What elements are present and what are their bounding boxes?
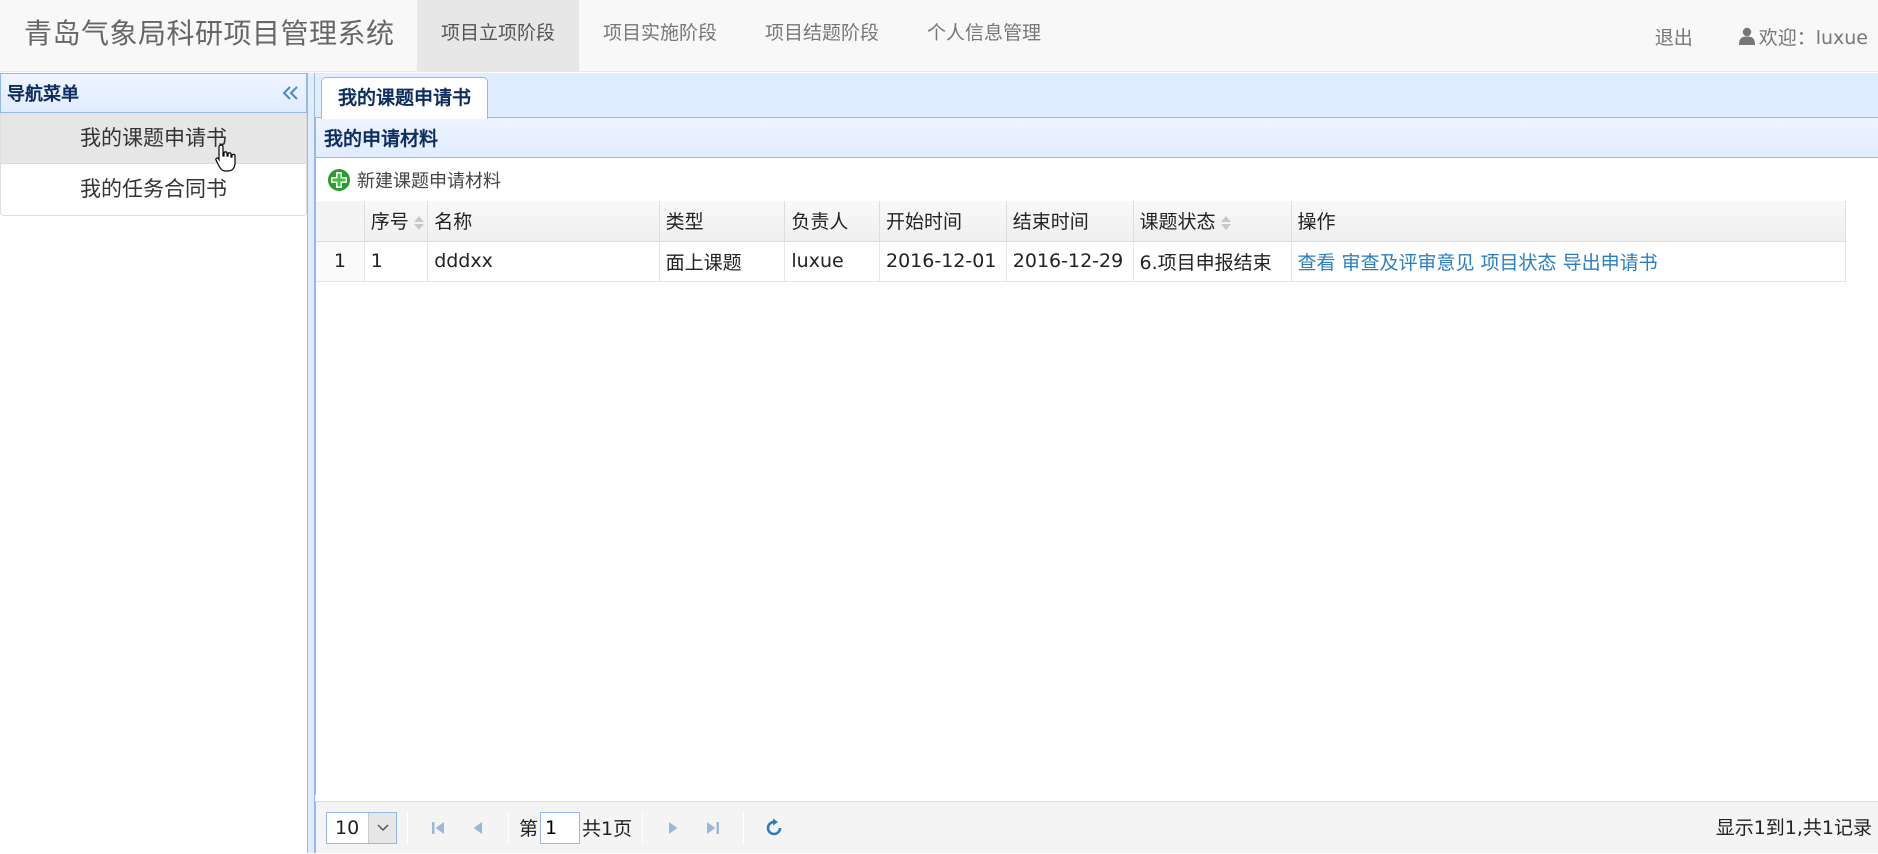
page-total: 共1页 — [582, 818, 633, 840]
header-type[interactable]: 类型 — [659, 201, 786, 242]
sidebar-menu: 我的课题申请书 我的任务合同书 — [0, 113, 307, 216]
view-link[interactable]: 查看 — [1298, 252, 1336, 274]
cell-type: 面上课题 — [659, 241, 786, 282]
cell-owner: luxue — [784, 241, 880, 282]
cell-status: 6.项目申报结束 — [1133, 241, 1292, 282]
refresh-icon[interactable] — [758, 812, 790, 844]
sidebar-title: 导航菜单 — [7, 84, 79, 105]
logout-link[interactable]: 退出 — [1655, 23, 1693, 50]
pager-info: 显示1到1,共1记录 — [1715, 817, 1872, 839]
data-grid: 序号 名称 类型 负责人 开始时间 结束时间 课题状态 操作 1 1 dddxx… — [315, 201, 1878, 795]
page-number-input[interactable] — [540, 811, 581, 844]
new-application-button[interactable]: 新建课题申请材料 — [327, 167, 501, 193]
sidebar-header: 导航菜单 — [0, 73, 307, 113]
cell-end: 2016-12-29 — [1006, 241, 1134, 282]
pager-separator — [642, 811, 644, 844]
top-nav-tabs: 项目立项阶段 项目实施阶段 项目结题阶段 个人信息管理 — [417, 0, 1065, 72]
pager-separator — [743, 811, 745, 844]
last-page-icon[interactable] — [697, 812, 729, 844]
grid-toolbar: 新建课题申请材料 — [315, 158, 1878, 201]
top-tab-project-initiation[interactable]: 项目立项阶段 — [417, 0, 580, 72]
top-navbar: 青岛气象局科研项目管理系统 项目立项阶段 项目实施阶段 项目结题阶段 个人信息管… — [0, 0, 1878, 72]
user-icon — [1738, 27, 1755, 45]
sidebar-item-label: 我的课题申请书 — [80, 126, 227, 150]
header-rownum — [316, 201, 365, 242]
pager-separator — [508, 811, 509, 844]
tab-my-applications[interactable]: 我的课题申请书 — [321, 77, 489, 119]
header-seq[interactable]: 序号 — [364, 201, 429, 242]
app-brand[interactable]: 青岛气象局科研项目管理系统 — [24, 0, 395, 72]
header-actions: 操作 — [1291, 201, 1847, 242]
next-page-icon[interactable] — [657, 812, 689, 844]
cell-start: 2016-12-01 — [879, 241, 1007, 282]
main-content: 我的课题申请书 我的申请材料 新建课题申请材料 序号 名称 类型 负责人 开始时… — [315, 73, 1878, 853]
first-page-icon[interactable] — [422, 812, 454, 844]
header-status[interactable]: 课题状态 — [1133, 201, 1292, 242]
layout-splitter[interactable] — [307, 73, 315, 853]
chevron-down-icon[interactable] — [368, 812, 396, 843]
page-prefix: 第 — [519, 818, 539, 840]
header-start[interactable]: 开始时间 — [879, 201, 1007, 242]
double-chevron-left-icon[interactable] — [282, 85, 300, 101]
row-number: 1 — [316, 241, 365, 282]
welcome-user[interactable]: 欢迎：luxue — [1738, 23, 1868, 50]
header-owner[interactable]: 负责人 — [784, 201, 880, 242]
page-size-select[interactable]: 10 — [326, 811, 397, 844]
cell-seq: 1 — [364, 241, 429, 282]
sidebar-item-label: 我的任务合同书 — [80, 177, 227, 201]
new-application-label: 新建课题申请材料 — [357, 170, 501, 192]
sort-icon — [1220, 215, 1231, 230]
pager-separator — [407, 811, 408, 844]
content-tabs: 我的课题申请书 — [315, 73, 1878, 119]
top-nav-right: 退出 欢迎：luxue — [1655, 0, 1878, 72]
cell-name: dddxx — [427, 241, 660, 282]
cell-actions: 查看 审查及评审意见 项目状态 导出申请书 — [1291, 241, 1847, 282]
welcome-text: 欢迎：luxue — [1758, 26, 1868, 49]
top-tab-project-closure[interactable]: 项目结题阶段 — [741, 0, 903, 72]
header-name[interactable]: 名称 — [427, 201, 660, 242]
sidebar: 导航菜单 我的课题申请书 我的任务合同书 — [0, 73, 307, 853]
pagination-bar: 10 第 共1页 显示1到1,共1记录 — [315, 801, 1878, 853]
sort-icon — [413, 215, 424, 230]
header-end[interactable]: 结束时间 — [1006, 201, 1134, 242]
grid-header-row: 序号 名称 类型 负责人 开始时间 结束时间 课题状态 操作 — [316, 201, 1847, 242]
sidebar-item-my-contracts[interactable]: 我的任务合同书 — [1, 164, 306, 215]
review-opinions-link[interactable]: 审查及评审意见 — [1342, 252, 1475, 274]
panel-header: 我的申请材料 — [315, 118, 1878, 158]
top-tab-personal-info[interactable]: 个人信息管理 — [903, 0, 1065, 72]
project-status-link[interactable]: 项目状态 — [1481, 252, 1557, 274]
prev-page-icon[interactable] — [462, 812, 494, 844]
add-icon — [328, 168, 350, 191]
page-size-value: 10 — [335, 816, 360, 839]
sidebar-item-my-applications[interactable]: 我的课题申请书 — [1, 113, 306, 172]
panel-title: 我的申请材料 — [324, 128, 439, 150]
table-row[interactable]: 1 1 dddxx 面上课题 luxue 2016-12-01 2016-12-… — [316, 241, 1847, 282]
top-tab-project-implementation[interactable]: 项目实施阶段 — [579, 0, 741, 72]
export-application-link[interactable]: 导出申请书 — [1563, 252, 1658, 274]
